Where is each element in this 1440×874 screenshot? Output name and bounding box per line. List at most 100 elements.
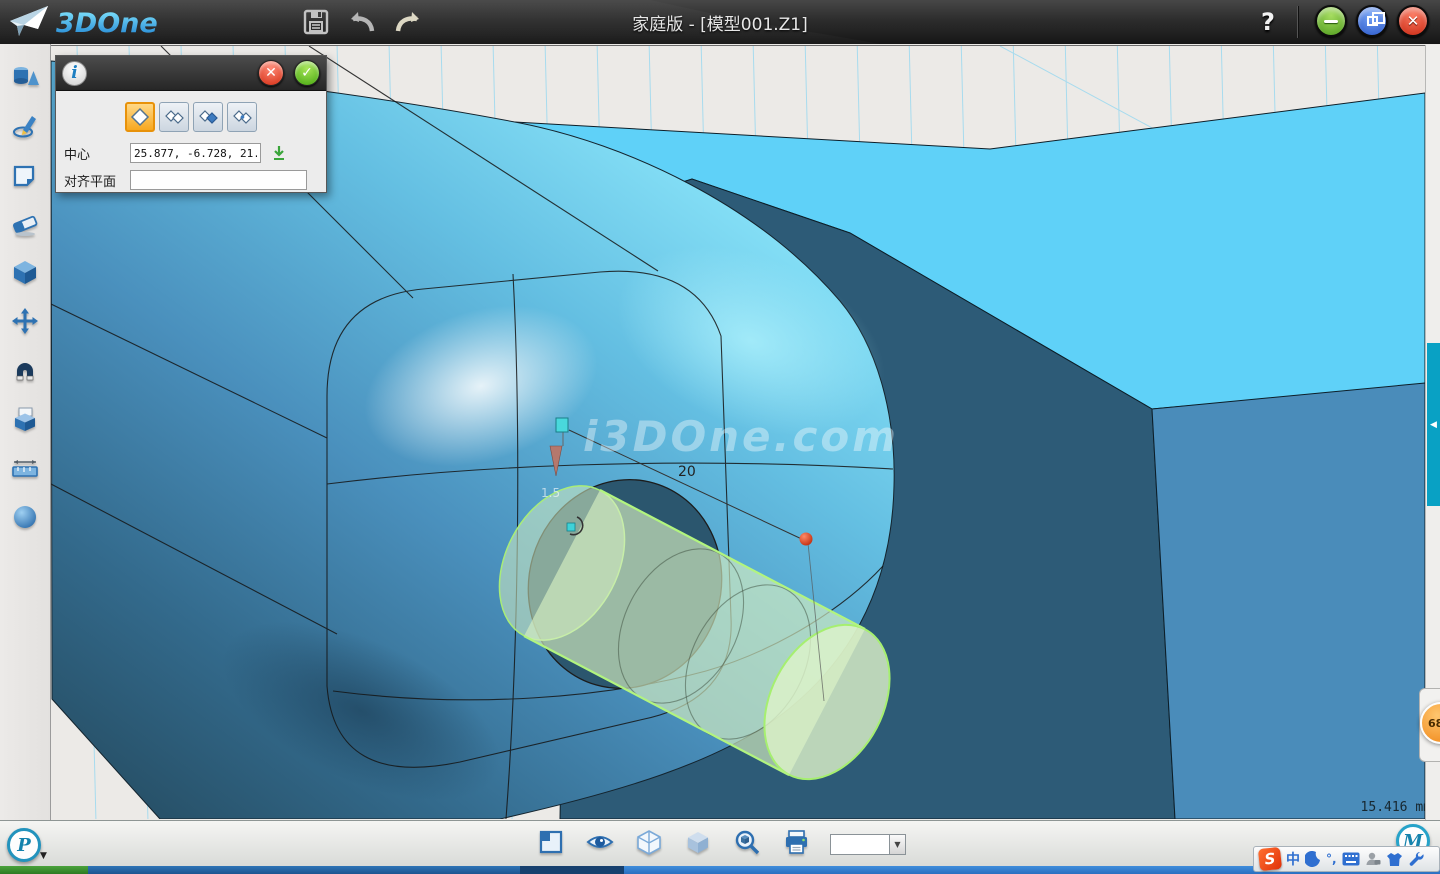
redo-button[interactable]: [392, 6, 424, 38]
sidebar-item-measure[interactable]: [8, 451, 42, 485]
visibility-button[interactable]: [586, 828, 614, 856]
diamond-dot-icon: [232, 107, 252, 127]
chevron-down-icon[interactable]: ▼: [889, 834, 906, 855]
moon-icon: [1305, 851, 1321, 867]
eye-icon: [586, 829, 614, 855]
sogou-logo-icon[interactable]: S: [1258, 847, 1282, 871]
watermark: i3DOne.com: [583, 412, 899, 461]
primitives-icon: [11, 63, 39, 91]
view-dropdown-value[interactable]: [830, 834, 889, 855]
shaded-cube-icon: [685, 829, 711, 855]
taskbar-segment-dark: [520, 866, 624, 874]
help-button[interactable]: ?: [1252, 4, 1284, 40]
origin-handle[interactable]: [567, 523, 575, 531]
align-plane-label: 对齐平面: [64, 171, 130, 190]
print-icon: [783, 829, 810, 855]
profile-caret[interactable]: ▼: [40, 851, 47, 861]
layout-button[interactable]: [537, 828, 565, 856]
save-icon: [302, 8, 330, 36]
sidebar-item-feature-cube[interactable]: [8, 255, 42, 289]
keyboard-icon: [1342, 852, 1360, 866]
panel-collapse-tab[interactable]: ◀: [1427, 343, 1440, 506]
scale-readout: 15.416 mm: [1361, 800, 1425, 815]
diamond-icon: [130, 107, 150, 127]
drag-ball-handle[interactable]: [800, 533, 813, 546]
zoom-search-icon: [734, 829, 761, 856]
badge-count: 68: [1428, 717, 1440, 730]
taskbar-start-segment[interactable]: [0, 866, 88, 874]
restore-icon: [1367, 16, 1378, 26]
wireframe-cube-icon: [636, 829, 662, 855]
undo-button[interactable]: [346, 6, 378, 38]
wireframe-view-button[interactable]: [635, 828, 663, 856]
zoom-search-button[interactable]: [733, 828, 761, 856]
render-sphere-icon: [11, 503, 39, 531]
save-button[interactable]: [300, 6, 332, 38]
sidebar-item-render-sphere[interactable]: [8, 500, 42, 534]
align-plane-row: 对齐平面: [64, 170, 307, 190]
command-dialog: i ✕ ✓: [55, 55, 327, 193]
app-logo: 3DOne: [8, 3, 208, 41]
minimize-icon: [1324, 20, 1338, 23]
option-two-points[interactable]: [159, 102, 189, 132]
pick-arrow-icon: [270, 144, 288, 162]
plate-end-face[interactable]: [1152, 383, 1425, 819]
placement-options: [125, 102, 257, 132]
ime-punct-toggle[interactable]: °,: [1326, 852, 1337, 866]
profile-badge[interactable]: P: [7, 828, 41, 862]
feature-cube-icon: [11, 258, 39, 286]
sketch-icon: [11, 112, 39, 140]
redo-icon: [393, 8, 423, 36]
ime-settings-button[interactable]: [1408, 851, 1424, 867]
info-icon: i: [62, 61, 87, 86]
os-taskbar-edge: [0, 866, 1440, 874]
ime-account-button[interactable]: [1365, 851, 1381, 867]
close-icon: ✕: [1407, 12, 1420, 30]
sidebar-item-primitives[interactable]: [8, 60, 42, 94]
option-between-points[interactable]: [227, 102, 257, 132]
option-point-plane[interactable]: [193, 102, 223, 132]
plane-icon: [11, 161, 39, 189]
ime-skin-button[interactable]: [1386, 852, 1403, 867]
sidebar-item-sketch[interactable]: [8, 109, 42, 143]
chevron-left-icon: ◀: [1430, 420, 1437, 430]
print-button[interactable]: [782, 828, 810, 856]
sidebar-item-eraser[interactable]: [8, 207, 42, 241]
paper-plane-icon: [10, 6, 48, 36]
sidebar-item-combine[interactable]: [8, 402, 42, 436]
profile-letter: P: [17, 835, 31, 856]
restore-button[interactable]: [1356, 5, 1388, 37]
dialog-cancel-button[interactable]: ✕: [258, 60, 284, 86]
sidebar-item-magnet[interactable]: [8, 353, 42, 387]
center-row: 中心: [64, 143, 289, 163]
sidebar-item-plane[interactable]: [8, 158, 42, 192]
bottom-toolbar: ▼: [0, 820, 1440, 866]
axis-flag-handle[interactable]: [556, 418, 568, 432]
layout-icon: [538, 829, 564, 855]
measure-icon: [11, 454, 39, 482]
close-button[interactable]: ✕: [1397, 5, 1429, 37]
title-bar: 3DOne 家庭版 - [模型001.Z1]: [0, 0, 1440, 44]
align-plane-input[interactable]: [130, 170, 307, 190]
view-dropdown[interactable]: ▼: [830, 834, 906, 855]
dialog-header[interactable]: i ✕ ✓: [56, 56, 326, 91]
pick-point-button[interactable]: [269, 143, 289, 163]
shaded-view-button[interactable]: [684, 828, 712, 856]
ime-lang-toggle[interactable]: 中: [1286, 849, 1300, 869]
ime-keyboard-button[interactable]: [1342, 852, 1360, 866]
eraser-icon: [11, 210, 39, 238]
double-diamond-icon: [164, 107, 184, 127]
sidebar-item-move[interactable]: [8, 304, 42, 338]
titlebar-divider: [1297, 6, 1298, 38]
option-single-point[interactable]: [125, 102, 155, 132]
diamond-filled-icon: [198, 107, 218, 127]
dialog-confirm-button[interactable]: ✓: [294, 60, 320, 86]
radius-label: 1.5: [541, 486, 560, 500]
minimize-button[interactable]: [1315, 5, 1347, 37]
left-toolbar: [0, 44, 51, 820]
center-input[interactable]: [130, 143, 261, 163]
app-name: 3DOne: [56, 8, 158, 39]
combine-icon: [11, 405, 39, 433]
ime-fullwidth-toggle[interactable]: [1305, 851, 1321, 867]
undo-icon: [347, 8, 377, 36]
